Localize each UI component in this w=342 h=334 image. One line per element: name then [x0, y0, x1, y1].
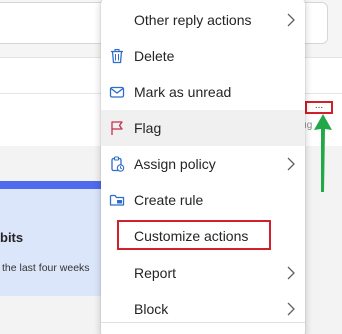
chevron-right-icon [287, 13, 295, 27]
menu-item-label: Delete [134, 48, 175, 64]
menu-item-other-reply-actions[interactable]: Other reply actions [101, 2, 305, 38]
menu-item-label: Mark as unread [134, 84, 232, 100]
menu-item-report[interactable]: Report [101, 255, 305, 291]
menu-divider [101, 322, 305, 323]
menu-item-label: Assign policy [134, 156, 216, 172]
menu-item-delete[interactable]: Delete [101, 38, 305, 74]
menu-item-label: Flag [134, 120, 162, 136]
insights-card-accent [0, 181, 108, 189]
chevron-right-icon [287, 157, 295, 171]
green-arrow-annotation [314, 114, 332, 192]
menu-item-mark-as-unread[interactable]: Mark as unread [101, 74, 305, 110]
chevron-right-icon [287, 266, 295, 280]
policy-icon [111, 156, 125, 172]
menu-item-label: Report [134, 265, 177, 281]
screenshot-stage: ıg bits the last four weeks ... Other re… [0, 0, 342, 334]
menu-item-create-rule[interactable]: Create rule [101, 182, 305, 218]
trash-icon [111, 48, 123, 64]
envelope-icon [109, 86, 125, 98]
rule-folder-icon [109, 194, 125, 206]
menu-item-label: Block [134, 301, 169, 317]
customize-actions-highlight [117, 220, 271, 250]
more-actions-menu: Other reply actions Delete Mark as unrea… [101, 0, 305, 334]
chevron-right-icon [287, 302, 295, 316]
menu-item-assign-policy[interactable]: Assign policy [101, 146, 305, 182]
menu-item-label: Create rule [134, 192, 204, 208]
more-actions-button[interactable]: ... [305, 101, 333, 114]
menu-item-label: Other reply actions [134, 12, 252, 28]
insights-card-text: the last four weeks [2, 262, 90, 274]
insights-card-title: bits [0, 230, 24, 245]
truncated-text: ıg [304, 120, 313, 131]
flag-icon [111, 121, 123, 135]
menu-item-flag[interactable]: Flag [101, 110, 305, 146]
